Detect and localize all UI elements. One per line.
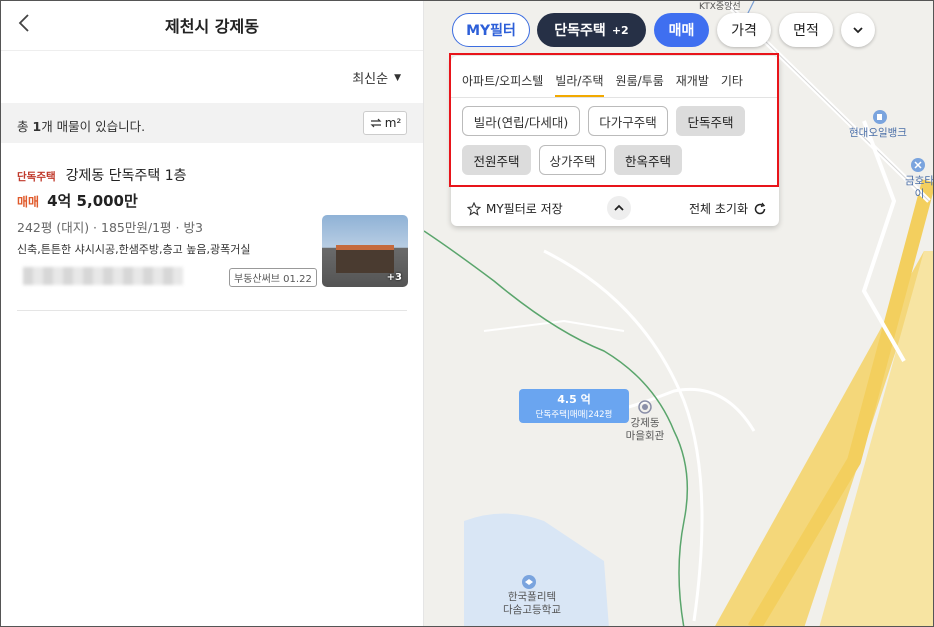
- sort-label: 최신순: [352, 72, 389, 87]
- unit-toggle-button[interactable]: m²: [363, 111, 407, 135]
- property-type-filter[interactable]: 단독주택 +2: [537, 13, 646, 47]
- map-view[interactable]: KTX중앙선 현대오일뱅크 금호타이 강제동 마을회관 한국폴리텍 다솜고등학교…: [424, 1, 934, 626]
- save-label: MY필터로 저장: [486, 202, 563, 216]
- listing-description: 신축,튼튼한 샤시시공,한샘주방,층고 높음,광폭거실: [17, 243, 251, 256]
- listing-title: 강제동 단독주택 1층: [65, 168, 187, 184]
- price-filter[interactable]: 가격: [717, 13, 771, 47]
- swap-icon: [370, 118, 382, 128]
- tire-label: 금호타이: [905, 175, 934, 200]
- unit-label: m²: [384, 116, 402, 130]
- listing-deal-type: 매매: [17, 195, 40, 209]
- hall-label: 강제동 마을회관: [625, 417, 665, 442]
- collapse-panel-button[interactable]: [607, 196, 631, 220]
- reset-all-button[interactable]: 전체 초기화: [689, 200, 767, 217]
- bank-label: 현대오일뱅크: [849, 127, 907, 139]
- house-photo-image: [336, 245, 394, 273]
- listing-type-tag: 단독주택: [17, 171, 56, 183]
- blurred-agent-info: [23, 267, 183, 285]
- more-filters-button[interactable]: [841, 13, 875, 47]
- service-icon: [911, 158, 925, 172]
- photo-count: +3: [386, 272, 402, 283]
- school-icon: [522, 575, 536, 589]
- area-filter[interactable]: 면적: [779, 13, 833, 47]
- caret-down-icon: ▼: [394, 72, 401, 83]
- deal-filter[interactable]: 매매: [654, 13, 709, 47]
- top-bar: 제천시 강제동: [1, 1, 423, 51]
- listing-item[interactable]: 단독주택 강제동 단독주택 1층 매매 4억 5,000만 242평 (대지) …: [17, 143, 408, 311]
- chevron-down-icon: [853, 27, 863, 34]
- highlight-box: [449, 53, 779, 187]
- star-icon: [467, 201, 481, 216]
- result-count-bar: 총 1개 매물이 있습니다. m²: [1, 103, 423, 143]
- my-filter-button[interactable]: MY필터: [452, 13, 530, 47]
- property-type-count: +2: [611, 23, 629, 37]
- property-type-label: 단독주택: [554, 23, 606, 39]
- chevron-up-icon: [614, 204, 624, 211]
- hall-marker-icon: [638, 400, 652, 414]
- listing-price: 4억 5,000만: [47, 192, 138, 210]
- school-label: 한국폴리텍 다솜고등학교: [503, 591, 561, 616]
- reset-label: 전체 초기화: [688, 202, 748, 216]
- app-window: 제천시 강제동 최신순 ▼ 총 1개 매물이 있습니다. m² 단독주택 강제동…: [0, 0, 934, 627]
- gas-station-icon: [873, 110, 887, 124]
- panel-footer: MY필터로 저장 전체 초기화: [451, 190, 779, 226]
- listing-specs: 242평 (대지) · 185만원/1평 · 방3: [17, 220, 203, 235]
- result-count-number: 1: [32, 119, 42, 134]
- listing-panel: 제천시 강제동 최신순 ▼ 총 1개 매물이 있습니다. m² 단독주택 강제동…: [1, 1, 424, 626]
- marker-price: 4.5 억: [557, 393, 591, 406]
- refresh-icon: [754, 202, 766, 214]
- listing-photo[interactable]: +3: [322, 215, 408, 287]
- marker-detail: 단독주택|매매|242평: [535, 410, 613, 420]
- result-count: 총 1개 매물이 있습니다.: [17, 119, 146, 134]
- page-title: 제천시 강제동: [165, 17, 259, 36]
- listing-source: 부동산써브 01.22: [229, 268, 317, 287]
- sort-bar: 최신순 ▼: [1, 51, 423, 103]
- price-marker[interactable]: 4.5 억 단독주택|매매|242평: [519, 389, 629, 423]
- save-my-filter-button[interactable]: MY필터로 저장: [467, 200, 563, 217]
- sort-dropdown[interactable]: 최신순 ▼: [352, 68, 401, 87]
